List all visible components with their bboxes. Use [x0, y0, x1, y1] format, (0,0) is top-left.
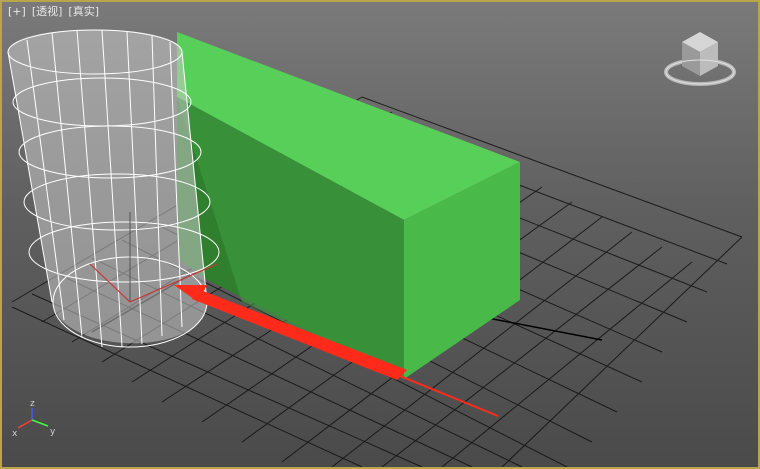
scene-canvas[interactable]: z x y	[2, 2, 758, 467]
viewport-menu-plus[interactable]: [+]	[8, 4, 26, 20]
axis-label-y: y	[50, 427, 56, 437]
axis-label-z: z	[30, 399, 35, 409]
viewport-menu-perspective[interactable]: [透视]	[32, 4, 63, 20]
perspective-viewport[interactable]: [+] [透视] [真实] z x y	[0, 0, 760, 469]
viewcube-icon[interactable]	[664, 32, 736, 86]
axis-label-x: x	[12, 429, 18, 439]
axis-tripod-icon: z x y	[12, 399, 56, 439]
viewport-label-bar: [+] [透视] [真实]	[8, 4, 99, 20]
green-box[interactable]	[177, 32, 520, 379]
viewport-menu-shading[interactable]: [真实]	[68, 4, 99, 20]
